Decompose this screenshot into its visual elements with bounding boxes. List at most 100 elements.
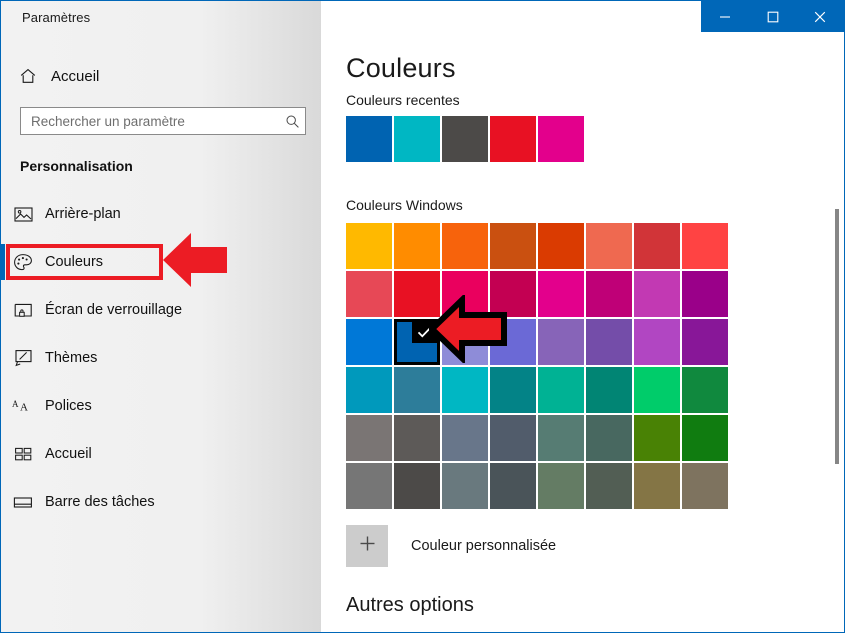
windows-color-swatch[interactable]: [634, 463, 680, 509]
custom-color-label: Couleur personnalisée: [411, 538, 557, 554]
lock-screen-icon: [1, 302, 45, 319]
sidebar-item-home[interactable]: Accueil: [11, 59, 311, 93]
windows-color-swatch[interactable]: [394, 415, 440, 461]
windows-color-swatch[interactable]: [538, 367, 584, 413]
sidebar-item-couleurs[interactable]: Couleurs: [1, 242, 321, 282]
taskbar-icon: [1, 495, 45, 510]
windows-color-swatch[interactable]: [586, 319, 632, 365]
image-icon: [1, 206, 45, 223]
windows-color-swatch[interactable]: [586, 463, 632, 509]
windows-color-swatch[interactable]: [634, 223, 680, 269]
windows-color-swatch[interactable]: [346, 223, 392, 269]
windows-color-swatch[interactable]: [490, 367, 536, 413]
windows-color-swatch[interactable]: [682, 271, 728, 317]
windows-color-swatch[interactable]: [682, 319, 728, 365]
sidebar-item-couleurs-label: Couleurs: [45, 254, 104, 270]
windows-color-swatch[interactable]: [442, 415, 488, 461]
recent-colors-label: Couleurs recentes: [346, 92, 460, 108]
windows-color-swatch[interactable]: [490, 463, 536, 509]
custom-color-row: Couleur personnalisée: [346, 525, 556, 567]
theme-brush-icon: [1, 349, 45, 367]
close-button[interactable]: [796, 1, 844, 32]
minimize-button[interactable]: [701, 1, 749, 32]
windows-color-swatch[interactable]: [490, 415, 536, 461]
windows-color-swatch[interactable]: [394, 367, 440, 413]
windows-color-swatch[interactable]: [490, 223, 536, 269]
maximize-button[interactable]: [749, 1, 797, 32]
recent-colors-row: [346, 116, 584, 162]
windows-color-swatch[interactable]: [442, 223, 488, 269]
windows-color-swatch[interactable]: [346, 463, 392, 509]
windows-color-swatch[interactable]: [586, 367, 632, 413]
vertical-scrollbar[interactable]: [835, 209, 839, 464]
recent-color-swatch[interactable]: [490, 116, 536, 162]
sidebar-item-home-label: Accueil: [51, 67, 100, 85]
windows-color-swatch[interactable]: [394, 271, 440, 317]
windows-color-swatch[interactable]: [394, 463, 440, 509]
settings-window: Paramètres Accueil Personnalisation: [0, 0, 845, 633]
windows-color-swatch[interactable]: [538, 319, 584, 365]
recent-color-swatch[interactable]: [394, 116, 440, 162]
sidebar-item-accueil-demarrer[interactable]: Accueil: [1, 434, 321, 474]
windows-colors-label: Couleurs Windows: [346, 197, 463, 213]
windows-color-swatch[interactable]: [538, 463, 584, 509]
sidebar-item-polices[interactable]: A A Polices: [1, 386, 321, 426]
windows-color-swatch[interactable]: [346, 271, 392, 317]
windows-color-swatch[interactable]: [346, 367, 392, 413]
sidebar-item-themes[interactable]: Thèmes: [1, 338, 321, 378]
windows-color-swatch[interactable]: [586, 415, 632, 461]
custom-color-button[interactable]: [346, 525, 388, 567]
other-options-title: Autres options: [346, 594, 474, 616]
windows-color-swatch[interactable]: [634, 367, 680, 413]
windows-color-swatch[interactable]: [538, 223, 584, 269]
home-icon: [11, 67, 45, 85]
sidebar-item-ecran-de-verrouillage[interactable]: Écran de verrouillage: [1, 290, 321, 330]
search-box[interactable]: [20, 107, 306, 135]
main-pane: Couleurs Couleurs recentes Couleurs Wind…: [321, 1, 844, 632]
windows-color-swatch[interactable]: [538, 415, 584, 461]
selected-indicator: [412, 322, 437, 343]
recent-color-swatch[interactable]: [442, 116, 488, 162]
search-input[interactable]: [21, 113, 279, 129]
windows-color-swatch[interactable]: [682, 415, 728, 461]
svg-text:A: A: [20, 402, 28, 414]
windows-color-swatch[interactable]: [682, 367, 728, 413]
start-tiles-icon: [1, 446, 45, 463]
sidebar-item-themes-label: Thèmes: [45, 350, 98, 366]
windows-color-swatch[interactable]: [634, 415, 680, 461]
windows-color-swatch[interactable]: [442, 271, 488, 317]
sidebar-item-polices-label: Polices: [45, 398, 92, 414]
plus-icon: [358, 534, 377, 558]
windows-color-swatch[interactable]: [346, 415, 392, 461]
sidebar-item-arriere-plan-label: Arrière-plan: [45, 206, 121, 222]
windows-color-swatch[interactable]: [682, 463, 728, 509]
check-icon: [417, 327, 431, 338]
windows-color-swatch[interactable]: [538, 271, 584, 317]
svg-text:A: A: [12, 399, 19, 409]
windows-color-swatch[interactable]: [394, 223, 440, 269]
windows-color-swatch[interactable]: [346, 319, 392, 365]
windows-color-swatch[interactable]: [634, 319, 680, 365]
palette-icon: [1, 253, 45, 272]
windows-color-swatch[interactable]: [490, 271, 536, 317]
fonts-icon: A A: [1, 398, 45, 414]
windows-color-swatch[interactable]: [634, 271, 680, 317]
windows-color-swatch[interactable]: [586, 271, 632, 317]
windows-color-swatch[interactable]: [442, 319, 488, 365]
windows-color-swatch[interactable]: [442, 367, 488, 413]
sidebar: Paramètres Accueil Personnalisation: [1, 1, 321, 632]
sidebar-section-title: Personnalisation: [20, 158, 133, 174]
recent-color-swatch[interactable]: [346, 116, 392, 162]
windows-color-swatch-selected[interactable]: [394, 319, 440, 365]
windows-color-swatch[interactable]: [442, 463, 488, 509]
windows-color-swatch[interactable]: [490, 319, 536, 365]
sidebar-item-barre-des-taches[interactable]: Barre des tâches: [1, 482, 321, 522]
sidebar-item-barre-des-taches-label: Barre des tâches: [45, 494, 155, 510]
sidebar-item-ecran-de-verrouillage-label: Écran de verrouillage: [45, 302, 183, 318]
windows-color-swatch[interactable]: [586, 223, 632, 269]
search-icon[interactable]: [279, 114, 305, 129]
sidebar-item-arriere-plan[interactable]: Arrière-plan: [1, 194, 321, 234]
recent-color-swatch[interactable]: [538, 116, 584, 162]
windows-color-swatch[interactable]: [682, 223, 728, 269]
sidebar-item-accueil-demarrer-label: Accueil: [45, 446, 92, 462]
